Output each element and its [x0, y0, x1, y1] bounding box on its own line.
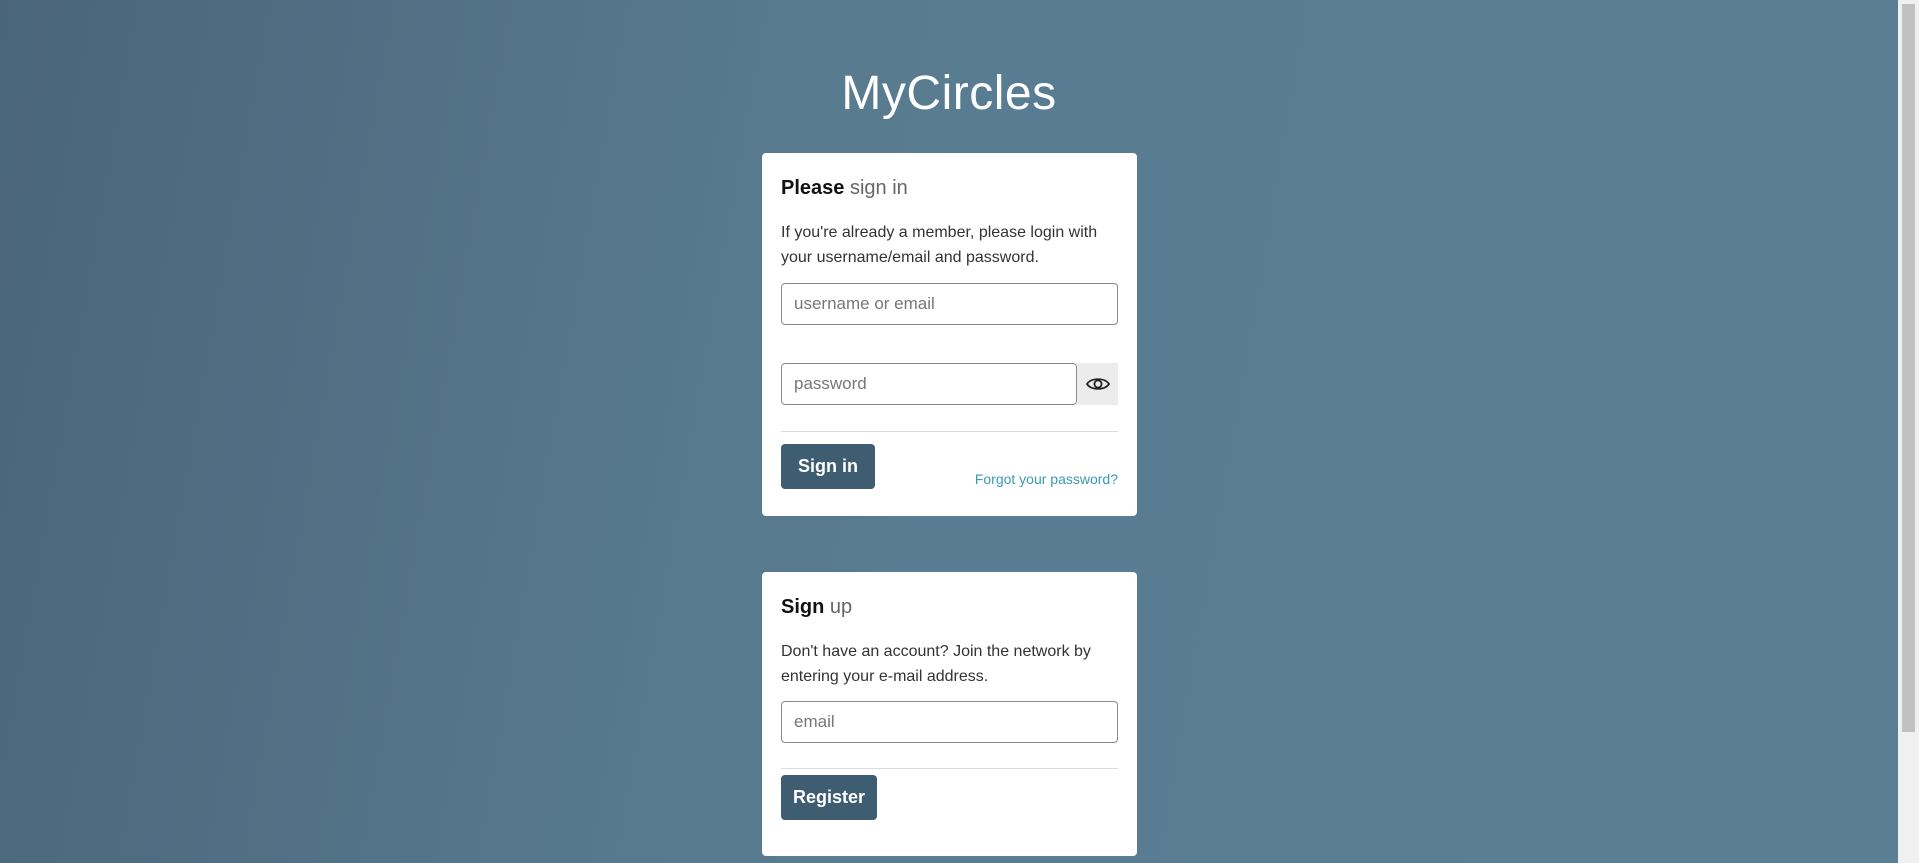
email-input[interactable]	[781, 701, 1118, 743]
show-password-button[interactable]	[1077, 363, 1118, 405]
signup-card: Sign up Don't have an account? Join the …	[762, 572, 1137, 856]
signup-title: Sign up	[781, 596, 1118, 619]
signin-title: Please sign in	[781, 177, 1118, 200]
username-input[interactable]	[781, 283, 1118, 325]
signup-title-light: up	[829, 596, 853, 618]
signup-title-bold: Sign	[781, 596, 825, 618]
signin-title-bold: Please	[781, 177, 845, 199]
forgot-password-link[interactable]: Forgot your password?	[975, 471, 1118, 487]
signin-actions: Sign in Forgot your password?	[781, 444, 1118, 489]
vertical-scrollbar[interactable]	[1898, 0, 1919, 863]
scrollbar-thumb[interactable]	[1902, 4, 1915, 732]
password-row	[781, 363, 1118, 405]
password-input[interactable]	[781, 363, 1077, 405]
signin-description: If you're already a member, please login…	[781, 224, 1098, 266]
sign-in-button[interactable]: Sign in	[781, 444, 875, 489]
divider	[781, 431, 1118, 432]
signup-description: Don't have an account? Join the network …	[781, 643, 1091, 685]
signup-actions: Register	[781, 775, 1118, 820]
register-button[interactable]: Register	[781, 775, 878, 820]
signin-card: Please sign in If you're already a membe…	[762, 153, 1137, 516]
divider	[781, 768, 1118, 769]
eye-icon	[1085, 378, 1110, 390]
signin-title-light: sign in	[849, 177, 908, 199]
page-title: MyCircles	[841, 67, 1057, 120]
